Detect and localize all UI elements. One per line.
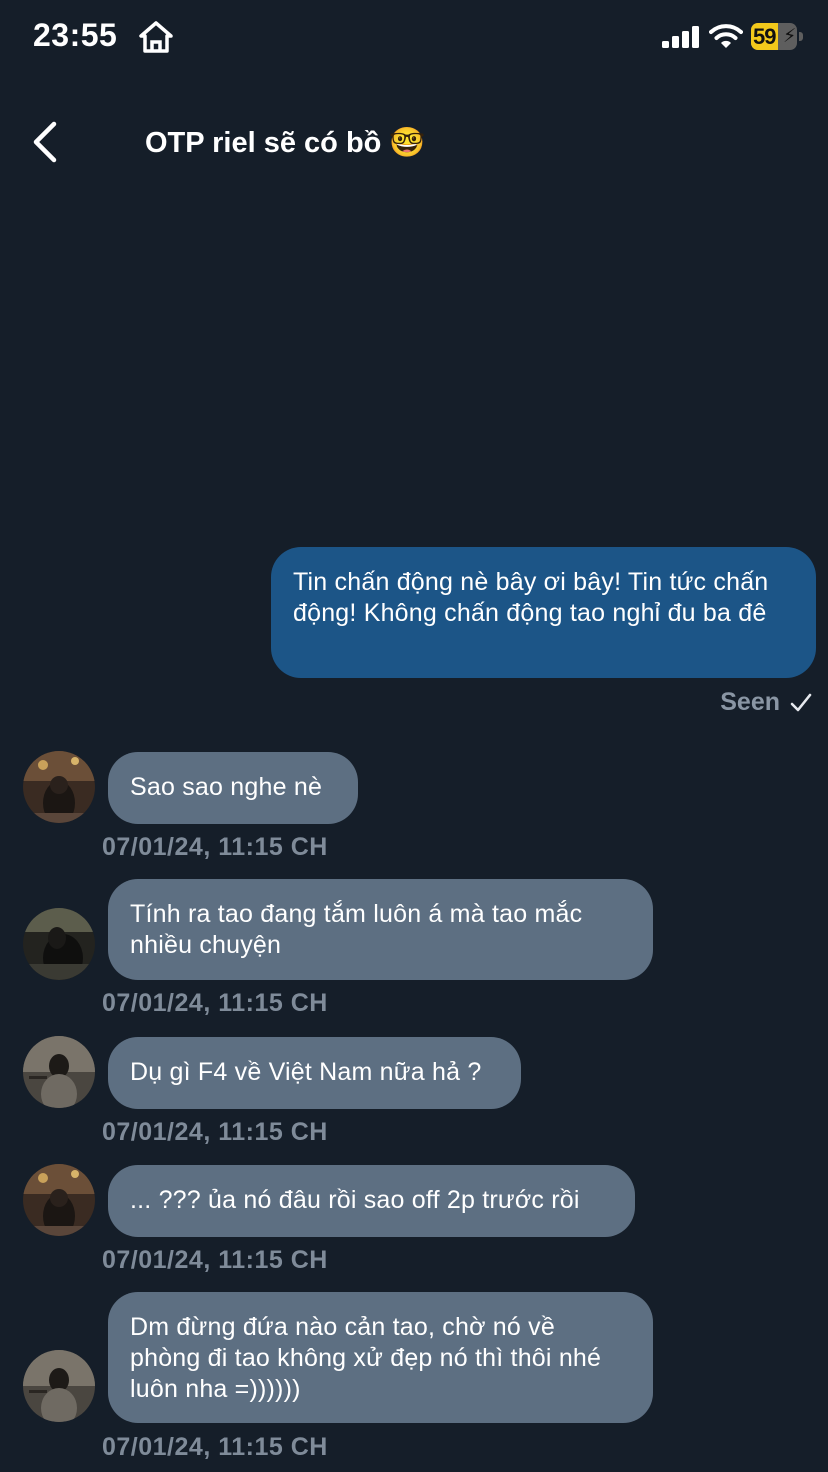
sender-avatar[interactable] <box>23 1036 95 1108</box>
incoming-message-text: Sao sao nghe nè <box>130 773 323 801</box>
sender-avatar[interactable] <box>23 1350 95 1422</box>
incoming-message-text: ... ??? ủa nó đâu rồi sao off 2p trước r… <box>130 1186 580 1214</box>
cellular-signal-icon <box>662 26 699 48</box>
incoming-message-text: Dm đừng đứa nào cản tao, chờ nó về phòng… <box>130 1313 602 1403</box>
chat-title: OTP riel sẽ có bồ 🤓 <box>145 127 426 159</box>
charging-bolt-icon: ⚡ <box>783 26 797 47</box>
status-time: 23:55 <box>33 17 118 53</box>
sender-avatar[interactable] <box>23 1164 95 1236</box>
seen-label: Seen <box>720 688 780 716</box>
checkmark-icon <box>790 693 812 711</box>
message-timestamp: 07/01/24, 11:15 CH <box>102 833 328 861</box>
outgoing-message-text: Tin chấn động nè bây ơi bây! Tin tức chấ… <box>293 568 769 627</box>
outgoing-message-bubble[interactable]: Tin chấn động nè bây ơi bây! Tin tức chấ… <box>271 547 816 678</box>
message-timestamp: 07/01/24, 11:15 CH <box>102 1118 328 1146</box>
battery-indicator: 59 ⚡ <box>751 23 803 50</box>
incoming-message-bubble[interactable]: ... ??? ủa nó đâu rồi sao off 2p trước r… <box>108 1165 635 1237</box>
sender-avatar[interactable] <box>23 908 95 980</box>
home-icon <box>139 21 173 53</box>
message-timestamp: 07/01/24, 11:15 CH <box>102 989 328 1017</box>
sender-avatar[interactable] <box>23 751 95 823</box>
message-timestamp: 07/01/24, 11:15 CH <box>102 1246 328 1274</box>
battery-level: 59 <box>753 24 777 49</box>
incoming-message-bubble[interactable]: Sao sao nghe nè <box>108 752 358 824</box>
message-timestamp: 07/01/24, 11:15 CH <box>102 1433 328 1461</box>
incoming-message-bubble[interactable]: Tính ra tao đang tắm luôn á mà tao mắc n… <box>108 879 653 980</box>
incoming-message-text: Tính ra tao đang tắm luôn á mà tao mắc n… <box>130 900 583 959</box>
status-bar: 23:55 59 ⚡ <box>0 0 828 76</box>
incoming-message-bubble[interactable]: Dụ gì F4 về Việt Nam nữa hả ? <box>108 1037 521 1109</box>
incoming-message-bubble[interactable]: Dm đừng đứa nào cản tao, chờ nó về phòng… <box>108 1292 653 1423</box>
incoming-message-text: Dụ gì F4 về Việt Nam nữa hả ? <box>130 1058 482 1086</box>
seen-indicator: Seen <box>720 688 812 717</box>
wifi-icon <box>709 24 743 48</box>
back-button[interactable] <box>24 118 68 166</box>
